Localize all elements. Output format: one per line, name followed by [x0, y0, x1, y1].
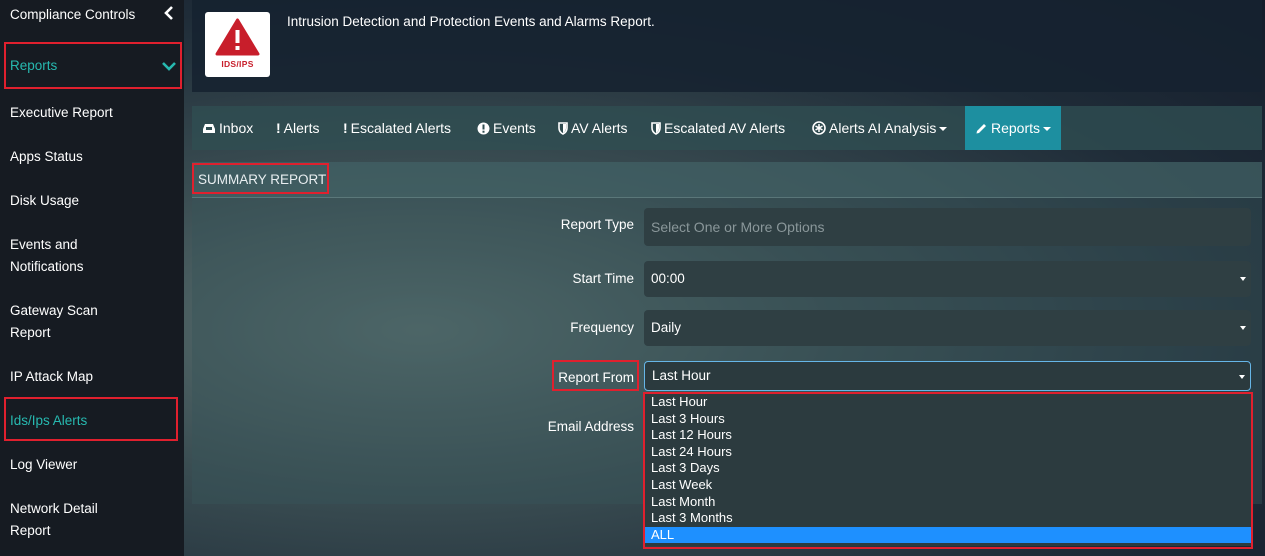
frequency-select[interactable]: Daily	[644, 310, 1251, 346]
sidebar-item-label: Log Viewer	[10, 457, 78, 472]
report-from-value: Last Hour	[652, 368, 711, 383]
option-last-12-hours[interactable]: Last 12 Hours	[645, 427, 1251, 444]
sidebar-item-label: Events and Notifications	[10, 237, 84, 274]
report-type-label: Report Type	[560, 217, 634, 232]
tab-label: Escalated AV Alerts	[664, 120, 786, 136]
caret-down-icon	[1239, 375, 1245, 379]
report-tabs: Inbox ! Alerts ! Escalated Alerts Events A…	[192, 106, 1262, 150]
panel-title: SUMMARY REPORT	[198, 172, 327, 187]
sidebar-item-label: Apps Status	[10, 149, 83, 164]
sidebar-item-label: Reports	[10, 58, 58, 73]
tab-events[interactable]: Events	[477, 106, 536, 150]
caret-down-icon	[939, 127, 948, 132]
sidebar-item-label: Network Detail Report	[10, 501, 98, 538]
caret-down-icon	[1043, 127, 1052, 132]
sidebar-item-reports[interactable]: Reports	[0, 55, 184, 77]
exclamation-icon: !	[343, 120, 348, 136]
tab-label: Events	[493, 120, 536, 136]
sidebar-item-gateway-scan-report[interactable]: Gateway Scan Report	[0, 300, 120, 344]
option-last-3-months[interactable]: Last 3 Months	[645, 510, 1251, 527]
option-last-3-hours[interactable]: Last 3 Hours	[645, 411, 1251, 428]
option-last-week[interactable]: Last Week	[645, 477, 1251, 494]
sidebar-item-executive-report[interactable]: Executive Report	[0, 102, 184, 124]
sidebar-item-network-detail-report[interactable]: Network Detail Report	[0, 498, 110, 542]
tab-alerts[interactable]: ! Alerts	[276, 106, 319, 150]
pencil-icon	[976, 124, 986, 134]
tab-label: Inbox	[219, 120, 254, 136]
option-last-24-hours[interactable]: Last 24 Hours	[645, 444, 1251, 461]
start-time-label: Start Time	[572, 271, 634, 286]
logo-text: IDS/IPS	[221, 59, 254, 69]
asterisk-icon	[812, 121, 826, 135]
exclamation-icon: !	[276, 120, 281, 136]
chevron-left-icon[interactable]	[164, 6, 174, 20]
sidebar-item-label: Executive Report	[10, 105, 113, 120]
option-all[interactable]: ALL	[645, 526, 1251, 544]
inbox-icon	[203, 124, 215, 133]
tab-escalated-alerts[interactable]: ! Escalated Alerts	[343, 106, 451, 150]
tab-escalated-av-alerts[interactable]: Escalated AV Alerts	[651, 106, 785, 150]
panel-header: SUMMARY REPORT	[192, 162, 1262, 198]
tab-alerts-ai-analysis[interactable]: Alerts AI Analysis	[812, 106, 948, 150]
tab-inbox[interactable]: Inbox	[202, 106, 253, 150]
sidebar-item-label: Gateway Scan Report	[10, 303, 98, 340]
sidebar-item-label: Compliance Controls	[10, 7, 136, 22]
tab-reports[interactable]: Reports	[965, 106, 1062, 150]
caret-down-icon	[1240, 326, 1246, 330]
report-from-label: Report From	[558, 370, 634, 385]
tab-label: Alerts	[283, 120, 320, 136]
sidebar-item-disk-usage[interactable]: Disk Usage	[0, 190, 184, 212]
sidebar: Compliance Controls Reports Executive Re…	[0, 0, 184, 556]
frequency-label: Frequency	[570, 320, 634, 335]
shield-icon	[558, 122, 568, 135]
sidebar-item-ip-attack-map[interactable]: IP Attack Map	[0, 366, 184, 388]
sidebar-item-events-notifications[interactable]: Events and Notifications	[0, 234, 110, 278]
tab-label: Escalated Alerts	[350, 120, 452, 136]
tab-label: AV Alerts	[571, 120, 628, 136]
chevron-down-icon[interactable]	[162, 61, 176, 71]
sidebar-item-ids-ips-alerts[interactable]: Ids/Ips Alerts	[0, 410, 184, 432]
option-last-3-days[interactable]: Last 3 Days	[645, 460, 1251, 477]
report-type-select[interactable]: Select One or More Options	[644, 208, 1251, 246]
option-last-month[interactable]: Last Month	[645, 494, 1251, 511]
sidebar-item-apps-status[interactable]: Apps Status	[0, 146, 184, 168]
sidebar-item-label: Ids/Ips Alerts	[10, 413, 88, 428]
tab-label: Reports	[991, 120, 1041, 136]
sidebar-item-label: Disk Usage	[10, 193, 80, 208]
shield-icon	[651, 122, 661, 135]
report-from-select[interactable]: Last Hour	[644, 361, 1251, 391]
exclamation-circle-icon	[477, 122, 490, 135]
frequency-value: Daily	[651, 320, 682, 335]
email-address-label: Email Address	[547, 419, 634, 434]
report-from-options: Last Hour Last 3 Hours Last 12 Hours Las…	[645, 394, 1251, 546]
sidebar-item-log-viewer[interactable]: Log Viewer	[0, 454, 184, 476]
start-time-value: 00:00	[651, 271, 685, 286]
page-header: IDS/IPS Intrusion Detection and Protecti…	[192, 0, 1262, 92]
start-time-select[interactable]: 00:00	[644, 261, 1251, 297]
caret-down-icon	[1240, 277, 1246, 281]
option-last-hour[interactable]: Last Hour	[645, 394, 1251, 411]
sidebar-item-label: IP Attack Map	[10, 369, 94, 384]
warning-icon	[215, 18, 260, 56]
sidebar-item-compliance-controls[interactable]: Compliance Controls	[0, 4, 184, 26]
page-description: Intrusion Detection and Protection Event…	[287, 14, 655, 29]
tab-label: Alerts AI Analysis	[829, 120, 937, 136]
tab-av-alerts[interactable]: AV Alerts	[558, 106, 628, 150]
ids-ips-logo: IDS/IPS	[205, 12, 270, 77]
